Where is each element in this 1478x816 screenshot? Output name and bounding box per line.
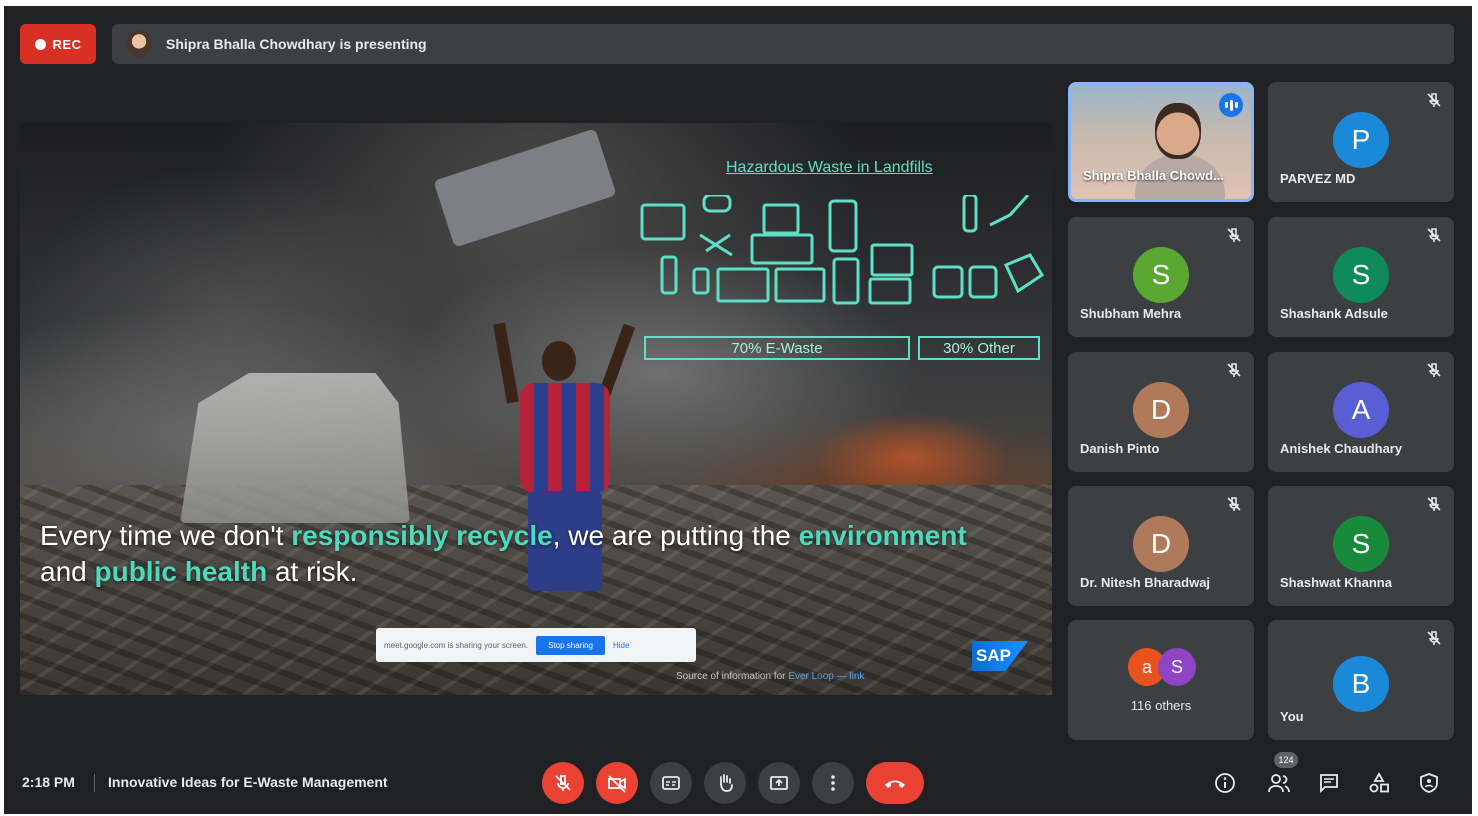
- participant-name: You: [1280, 709, 1304, 724]
- presenter-avatar: [126, 31, 152, 57]
- captions-icon: [662, 776, 680, 790]
- source-link[interactable]: Ever Loop — link: [788, 671, 864, 682]
- hide-notice-link[interactable]: Hide: [613, 641, 629, 650]
- slide-caption: Every time we don't responsibly recycle,…: [40, 518, 1040, 590]
- avatar: S: [1158, 648, 1196, 686]
- mic-off-icon: [1227, 363, 1241, 377]
- participant-tile[interactable]: S Shubham Mehra: [1068, 217, 1254, 337]
- carried-tv-image: [433, 128, 617, 248]
- participant-tile[interactable]: D Danish Pinto: [1068, 352, 1254, 472]
- caption-text: Every time we don't: [40, 520, 292, 551]
- participant-tile-presenter[interactable]: Shipra Bhalla Chowd...: [1068, 82, 1254, 202]
- share-notice-text: meet.google.com is sharing your screen.: [384, 640, 529, 650]
- slide-title: Hazardous Waste in Landfills: [726, 159, 933, 176]
- mic-off-icon: [1427, 363, 1441, 377]
- others-count-label: 116 others: [1130, 698, 1192, 713]
- ewaste-label: 70% E-Waste: [644, 336, 910, 360]
- activities-icon: [1369, 772, 1389, 793]
- mic-toggle-button[interactable]: [542, 762, 584, 804]
- meeting-details-button[interactable]: [1212, 770, 1238, 796]
- source-note: Source of information for Ever Loop — li…: [676, 671, 864, 682]
- participant-tile[interactable]: D Dr. Nitesh Bharadwaj: [1068, 486, 1254, 606]
- mic-off-icon: [1427, 497, 1441, 511]
- electronics-icons: [640, 195, 1044, 305]
- avatar: S: [1133, 247, 1189, 303]
- others-avatars: a S: [1128, 648, 1208, 688]
- more-options-button[interactable]: [812, 762, 854, 804]
- participant-tile[interactable]: P PARVEZ MD: [1268, 82, 1454, 202]
- leave-call-button[interactable]: [866, 762, 924, 804]
- recording-dot-icon: [34, 38, 46, 50]
- present-icon: [770, 776, 788, 790]
- captions-button[interactable]: [650, 762, 692, 804]
- caption-text: , we are putting the: [552, 520, 799, 551]
- caption-highlight: responsibly recycle: [291, 520, 553, 551]
- presenter-face: [1155, 103, 1201, 159]
- participant-name: PARVEZ MD: [1280, 171, 1356, 186]
- participant-tile[interactable]: S Shashank Adsule: [1268, 217, 1454, 337]
- raise-hand-button[interactable]: [704, 762, 746, 804]
- caption-highlight: environment: [798, 520, 967, 551]
- host-controls-button[interactable]: [1416, 770, 1442, 796]
- clock: 2:18 PM: [22, 774, 75, 790]
- truck-image: [180, 373, 410, 523]
- participant-name: Shashank Adsule: [1280, 306, 1388, 321]
- participant-name: Dr. Nitesh Bharadwaj: [1080, 575, 1211, 590]
- chat-icon: [1320, 774, 1338, 794]
- mic-off-icon: [1227, 497, 1241, 511]
- others-tile[interactable]: a S 116 others: [1068, 620, 1254, 740]
- caption-text: and: [40, 556, 95, 587]
- caption-text: at risk.: [267, 556, 358, 587]
- screen-share-notice: meet.google.com is sharing your screen. …: [376, 628, 696, 662]
- people-icon: [1268, 774, 1290, 793]
- meeting-title: Innovative Ideas for E-Waste Management: [108, 774, 388, 790]
- participant-name: Shipra Bhalla Chowd...: [1083, 168, 1224, 183]
- avatar: S: [1333, 516, 1389, 572]
- hand-icon: [720, 774, 733, 792]
- avatar: B: [1333, 656, 1389, 712]
- caption-highlight: public health: [94, 556, 268, 587]
- participant-tile[interactable]: A Anishek Chaudhary: [1268, 352, 1454, 472]
- participant-count-badge: 124: [1274, 752, 1298, 768]
- meet-window: REC Shipra Bhalla Chowdhary is presentin…: [4, 6, 1472, 814]
- other-label: 30% Other: [918, 336, 1040, 360]
- people-button[interactable]: [1266, 770, 1292, 796]
- participant-name: Danish Pinto: [1080, 441, 1160, 456]
- source-text: Source of information for: [676, 671, 789, 682]
- mic-off-icon: [1427, 93, 1441, 107]
- shield-icon: [1420, 773, 1438, 793]
- avatar: D: [1133, 382, 1189, 438]
- present-screen-button[interactable]: [758, 762, 800, 804]
- participant-name: Shubham Mehra: [1080, 306, 1182, 321]
- divider: [94, 774, 95, 792]
- activities-button[interactable]: [1366, 770, 1392, 796]
- camera-toggle-button[interactable]: [596, 762, 638, 804]
- participant-name: Shashwat Khanna: [1280, 575, 1392, 590]
- mic-off-icon: [1427, 631, 1441, 645]
- avatar: P: [1333, 112, 1389, 168]
- presenting-text: Shipra Bhalla Chowdhary is presenting: [166, 36, 427, 52]
- speaking-indicator-icon: [1219, 93, 1243, 117]
- avatar: S: [1333, 247, 1389, 303]
- mic-off-icon: [555, 775, 571, 791]
- participant-name: Anishek Chaudhary: [1280, 441, 1403, 456]
- more-vert-icon: [831, 775, 835, 791]
- camera-off-icon: [608, 775, 626, 793]
- self-tile[interactable]: B You: [1268, 620, 1454, 740]
- info-icon: [1215, 773, 1235, 793]
- avatar: D: [1133, 516, 1189, 572]
- recording-label: REC: [52, 36, 82, 52]
- recording-indicator: REC: [20, 24, 96, 64]
- mic-off-icon: [1427, 228, 1441, 242]
- mic-off-icon: [1227, 228, 1241, 242]
- hang-up-icon: [885, 780, 905, 788]
- shared-screen: Hazardous Waste in Landfills 70% E-Waste…: [20, 123, 1052, 695]
- presenting-banner[interactable]: Shipra Bhalla Chowdhary is presenting: [112, 24, 1454, 64]
- stop-sharing-button[interactable]: Stop sharing: [536, 635, 605, 655]
- chat-button[interactable]: [1316, 770, 1342, 796]
- avatar: A: [1333, 382, 1389, 438]
- participant-tile[interactable]: S Shashwat Khanna: [1268, 486, 1454, 606]
